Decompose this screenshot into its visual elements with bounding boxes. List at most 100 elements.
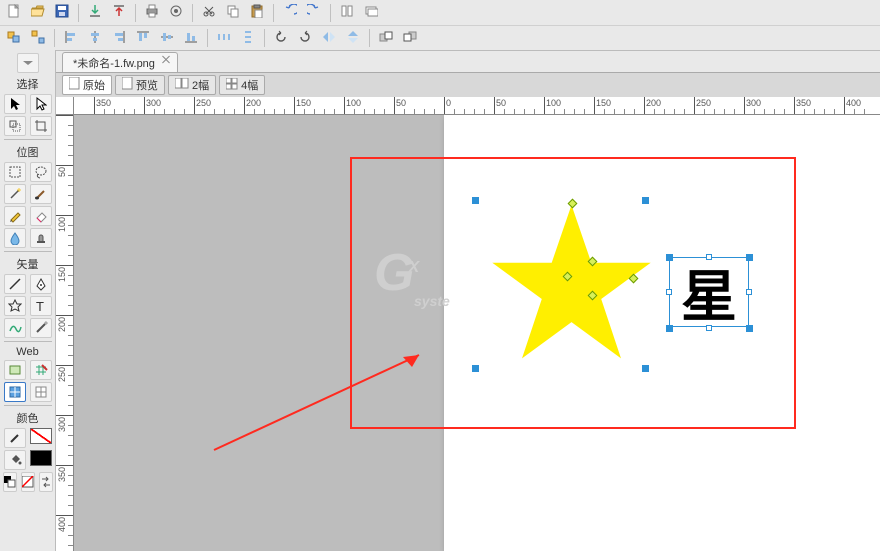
view-tab-preview[interactable]: 预览 <box>115 75 165 95</box>
fill-sample-tool[interactable] <box>4 450 26 470</box>
selection-handle[interactable] <box>666 254 673 261</box>
watermark: GX syste <box>374 243 450 309</box>
undo-button[interactable] <box>280 3 300 23</box>
view-tab-four-up[interactable]: 4幅 <box>219 75 265 95</box>
export-icon <box>112 4 126 21</box>
align-right-button[interactable] <box>109 28 129 48</box>
pages-button[interactable] <box>337 3 357 23</box>
knife-tool[interactable] <box>30 318 52 338</box>
copy-button[interactable] <box>223 3 243 23</box>
dist-h-button[interactable] <box>214 28 234 48</box>
lasso-tool[interactable] <box>30 162 52 182</box>
crop-tool[interactable] <box>30 116 52 136</box>
toolbar-row-2 <box>0 25 880 50</box>
view-tab-two-up[interactable]: 2幅 <box>168 75 216 95</box>
subselect-tool[interactable] <box>30 94 52 114</box>
selection-handle[interactable] <box>666 289 672 295</box>
selection-handle[interactable] <box>666 325 673 332</box>
folder-open-icon <box>31 4 45 21</box>
pencil-tool[interactable] <box>4 206 26 226</box>
pen-icon <box>34 277 48 291</box>
align-vcenter-button[interactable] <box>157 28 177 48</box>
document-tab[interactable]: *未命名-1.fw.png <box>62 52 178 72</box>
canvas-viewport[interactable]: GX syste 星 <box>74 115 880 551</box>
fill-color-swatch[interactable] <box>30 450 52 466</box>
align-top-button[interactable] <box>133 28 153 48</box>
slice-tool[interactable] <box>30 360 52 380</box>
scale-tool[interactable] <box>4 116 26 136</box>
selection-handle[interactable] <box>706 325 712 331</box>
cut-button[interactable] <box>199 3 219 23</box>
ungroup-button[interactable] <box>28 28 48 48</box>
selection-handle[interactable] <box>746 254 753 261</box>
save-button[interactable] <box>52 3 72 23</box>
brush-tool[interactable] <box>30 184 52 204</box>
selection-handle[interactable] <box>706 254 712 260</box>
stroke-sample-tool[interactable] <box>4 428 26 448</box>
print-icon <box>145 4 159 21</box>
line-tool[interactable] <box>4 274 26 294</box>
import-button[interactable] <box>85 3 105 23</box>
pen-tool[interactable] <box>30 274 52 294</box>
selection-handle[interactable] <box>472 365 479 372</box>
rotate-cw-icon <box>298 30 312 47</box>
text-tool[interactable]: T <box>30 296 52 316</box>
pointer-icon <box>9 97 21 111</box>
pointer-tool[interactable] <box>4 94 26 114</box>
blur-tool[interactable] <box>4 228 26 248</box>
send-back-button[interactable] <box>400 28 420 48</box>
horizontal-ruler[interactable]: 3503002502001501005005010015020025030035… <box>74 97 880 115</box>
four-up-icon <box>226 78 238 93</box>
stack-button[interactable] <box>361 3 381 23</box>
hide-slices-tool[interactable] <box>4 382 26 402</box>
star-shape[interactable] <box>489 200 654 365</box>
hotspot-tool[interactable] <box>4 360 26 380</box>
show-slices-tool[interactable] <box>30 382 52 402</box>
line-icon <box>8 277 22 291</box>
view-tab-label: 原始 <box>83 77 105 93</box>
shape-star-tool[interactable] <box>4 296 26 316</box>
flip-v-button[interactable] <box>343 28 363 48</box>
vertical-ruler[interactable]: 50100150200250300350400 <box>56 115 74 551</box>
view-tab-original[interactable]: 原始 <box>62 75 112 95</box>
toolbar-separator <box>273 4 274 22</box>
dist-v-button[interactable] <box>238 28 258 48</box>
selection-handle[interactable] <box>642 365 649 372</box>
eraser-tool[interactable] <box>30 206 52 226</box>
rotate-cw-button[interactable] <box>295 28 315 48</box>
text-object[interactable]: 星 <box>669 257 749 327</box>
palette-menu-button[interactable] <box>17 53 39 73</box>
close-icon[interactable] <box>161 59 169 67</box>
selection-handle[interactable] <box>642 197 649 204</box>
target-button[interactable] <box>166 3 186 23</box>
marquee-tool[interactable] <box>4 162 26 182</box>
view-tab-label: 2幅 <box>192 77 209 93</box>
chevron-down-icon <box>21 61 35 65</box>
new-file-button[interactable] <box>4 3 24 23</box>
stamp-tool[interactable] <box>30 228 52 248</box>
flip-h-button[interactable] <box>319 28 339 48</box>
bring-front-button[interactable] <box>376 28 396 48</box>
paste-button[interactable] <box>247 3 267 23</box>
align-bottom-button[interactable] <box>181 28 201 48</box>
swap-colors-button[interactable] <box>39 472 53 492</box>
selection-handle[interactable] <box>472 197 479 204</box>
document-tabs-bar: *未命名-1.fw.png <box>0 51 880 73</box>
open-file-button[interactable] <box>28 3 48 23</box>
stroke-color-swatch[interactable] <box>30 428 52 444</box>
default-colors-button[interactable] <box>3 472 17 492</box>
print-button[interactable] <box>142 3 162 23</box>
redo-button[interactable] <box>304 3 324 23</box>
freeform-tool[interactable] <box>4 318 26 338</box>
dist-v-icon <box>241 30 255 47</box>
align-left-button[interactable] <box>61 28 81 48</box>
selection-handle[interactable] <box>746 325 753 332</box>
selection-handle[interactable] <box>746 289 752 295</box>
wand-tool[interactable] <box>4 184 26 204</box>
align-hcenter-button[interactable] <box>85 28 105 48</box>
flip-h-icon <box>322 30 336 47</box>
export-button[interactable] <box>109 3 129 23</box>
no-color-button[interactable] <box>21 472 35 492</box>
group-button[interactable] <box>4 28 24 48</box>
rotate-ccw-button[interactable] <box>271 28 291 48</box>
